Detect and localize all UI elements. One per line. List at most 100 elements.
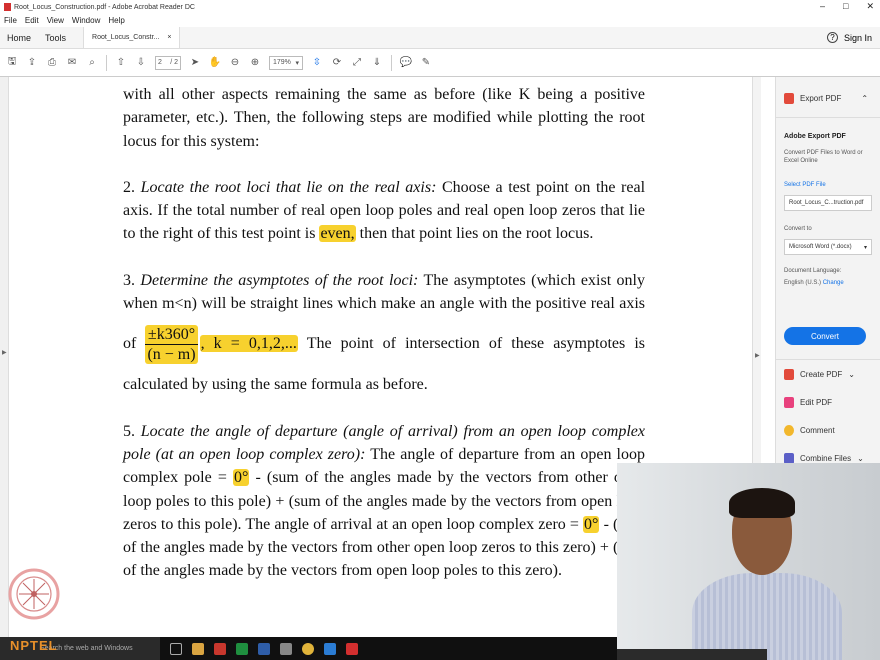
search-icon[interactable]: ⌕ [86, 57, 98, 69]
monitor-edge [617, 649, 767, 660]
account-area: ? Sign In [826, 27, 880, 48]
toolbar-divider [106, 54, 107, 71]
comment-label: Comment [800, 426, 835, 435]
zoom-select[interactable]: 179% ▾ [269, 55, 303, 70]
page-number-input[interactable]: 2 / 2 [155, 55, 181, 70]
pdf-app-taskbar-icon[interactable] [214, 642, 226, 655]
format-value: Microsoft Word (*.docx) [789, 244, 852, 250]
fraction-numerator: ±k360° [145, 325, 198, 346]
menu-file[interactable]: File [4, 16, 17, 25]
tool-comment[interactable]: Comment [784, 425, 835, 436]
chevron-down-icon[interactable]: ⌄ [848, 370, 855, 379]
tool-edit-pdf[interactable]: Edit PDF [784, 397, 832, 408]
acrobat-taskbar-icon[interactable] [346, 642, 358, 655]
select-pdf-label: Select PDF File [784, 182, 826, 188]
email-icon[interactable]: ✉ [66, 57, 78, 69]
expand-left-arrow-icon[interactable]: ▶ [2, 349, 7, 356]
zoom-out-icon[interactable]: ⊖ [229, 57, 241, 69]
export-pdf-icon [784, 93, 794, 104]
highlight-pen-icon[interactable]: ✎ [420, 57, 432, 69]
left-panel-toggle[interactable]: ▶ [0, 77, 9, 637]
edit-pdf-icon [784, 397, 794, 408]
sign-in-link[interactable]: Sign In [844, 33, 872, 43]
create-pdf-label: Create PDF [800, 370, 843, 379]
document-tab-label: Root_Locus_Constr... [92, 34, 160, 41]
tab-document[interactable]: Root_Locus_Constr... × [83, 27, 181, 48]
maximize-button[interactable]: □ [843, 1, 848, 12]
chrome-icon[interactable] [302, 642, 314, 655]
step-3-paragraph: 3. Determine the asymptotes of the root … [123, 269, 645, 397]
nptel-logo [8, 568, 60, 620]
file-explorer-icon[interactable] [192, 642, 204, 655]
asymptote-angle-fraction: ±k360° (n − m) [145, 325, 198, 365]
export-pdf-header[interactable]: Export PDF ⌃ [784, 93, 868, 104]
step-5-paragraph: 5. Locate the angle of departure (angle … [123, 420, 645, 583]
chevron-down-icon: ▾ [863, 244, 867, 251]
k-values: , k = 0,1,2,... [199, 335, 298, 353]
convert-button[interactable]: Convert [784, 327, 866, 345]
minimize-button[interactable]: – [820, 1, 825, 12]
close-tab-icon[interactable]: × [167, 34, 171, 41]
step-2-title: Locate the root loci that lie on the rea… [140, 178, 437, 196]
convert-to-label: Convert to [784, 226, 812, 232]
step-2-number: 2. [123, 178, 135, 196]
step-5-number: 5. [123, 422, 135, 440]
panel-divider [776, 359, 880, 360]
highlight-even: even, [319, 225, 356, 243]
intro-paragraph: with all other aspects remaining the sam… [123, 86, 645, 150]
close-button[interactable]: ✕ [866, 1, 874, 12]
window-title: Root_Locus_Construction.pdf - Adobe Acro… [14, 3, 195, 11]
doc-language-row: English (U.S.) Change [784, 279, 872, 287]
upload-icon[interactable]: ⇪ [26, 57, 38, 69]
select-cursor-icon[interactable]: ➤ [189, 57, 201, 69]
menu-bar: File Edit View Window Help [0, 14, 880, 27]
window-controls: – □ ✕ [820, 1, 874, 12]
selected-file-name: Root_Locus_C...truction.pdf [789, 200, 864, 206]
step-2-paragraph: 2. Locate the root loci that lie on the … [123, 176, 645, 246]
fit-page-icon[interactable]: ⇳ [311, 57, 323, 69]
title-bar: Root_Locus_Construction.pdf - Adobe Acro… [0, 0, 880, 14]
excel-icon[interactable] [236, 642, 248, 655]
full-screen-icon[interactable]: ⤢ [351, 57, 363, 69]
menu-help[interactable]: Help [108, 16, 124, 25]
combine-files-label: Combine Files [800, 454, 852, 463]
change-language-link[interactable]: Change [823, 280, 844, 286]
previous-page-icon[interactable]: ⇧ [115, 57, 127, 69]
save-icon[interactable]: 🖫 [6, 56, 18, 69]
hand-tool-icon[interactable]: ✋ [209, 57, 221, 69]
current-page: 2 [158, 59, 162, 66]
edit-pdf-label: Edit PDF [800, 398, 833, 407]
highlight-zero-degree-arrival: 0° [583, 515, 600, 533]
menu-view[interactable]: View [47, 16, 64, 25]
format-select[interactable]: Microsoft Word (*.docx) ▾ [784, 239, 872, 255]
tab-tools[interactable]: Tools [38, 27, 73, 48]
highlight-zero-degree: 0° [232, 469, 250, 487]
toolbar-divider [391, 54, 392, 71]
next-page-icon[interactable]: ⇩ [135, 57, 147, 69]
expand-right-arrow-icon[interactable]: ▶ [755, 352, 760, 359]
print-icon[interactable]: ⎙ [46, 57, 58, 69]
export-pdf-label: Export PDF [800, 94, 842, 103]
chevron-down-icon[interactable]: ⌄ [857, 454, 864, 463]
comment-icon[interactable]: 💬 [400, 57, 412, 69]
chevron-up-icon[interactable]: ⌃ [861, 94, 868, 103]
menu-edit[interactable]: Edit [25, 16, 39, 25]
menu-window[interactable]: Window [72, 16, 100, 25]
task-view-icon[interactable] [170, 642, 182, 655]
create-pdf-icon [784, 369, 794, 380]
tool-create-pdf[interactable]: Create PDF ⌄ [784, 369, 855, 380]
mail-icon[interactable] [324, 642, 336, 655]
adobe-export-title: Adobe Export PDF [784, 133, 846, 140]
help-icon[interactable]: ? [826, 32, 838, 43]
zoom-in-icon[interactable]: ⊕ [249, 57, 261, 69]
pdf-app-icon [4, 3, 11, 11]
rotate-icon[interactable]: ⟳ [331, 57, 343, 69]
tab-bar: Home Tools Root_Locus_Constr... × ? Sign… [0, 27, 880, 49]
word-icon[interactable] [258, 642, 270, 655]
webcam-video-overlay [617, 463, 880, 660]
selected-file-field[interactable]: Root_Locus_C...truction.pdf [784, 195, 872, 211]
app-icon[interactable] [280, 642, 292, 655]
tab-home[interactable]: Home [0, 27, 38, 48]
fraction-denominator: (n − m) [145, 345, 198, 365]
scroll-mode-icon[interactable]: ⇓ [371, 57, 383, 69]
